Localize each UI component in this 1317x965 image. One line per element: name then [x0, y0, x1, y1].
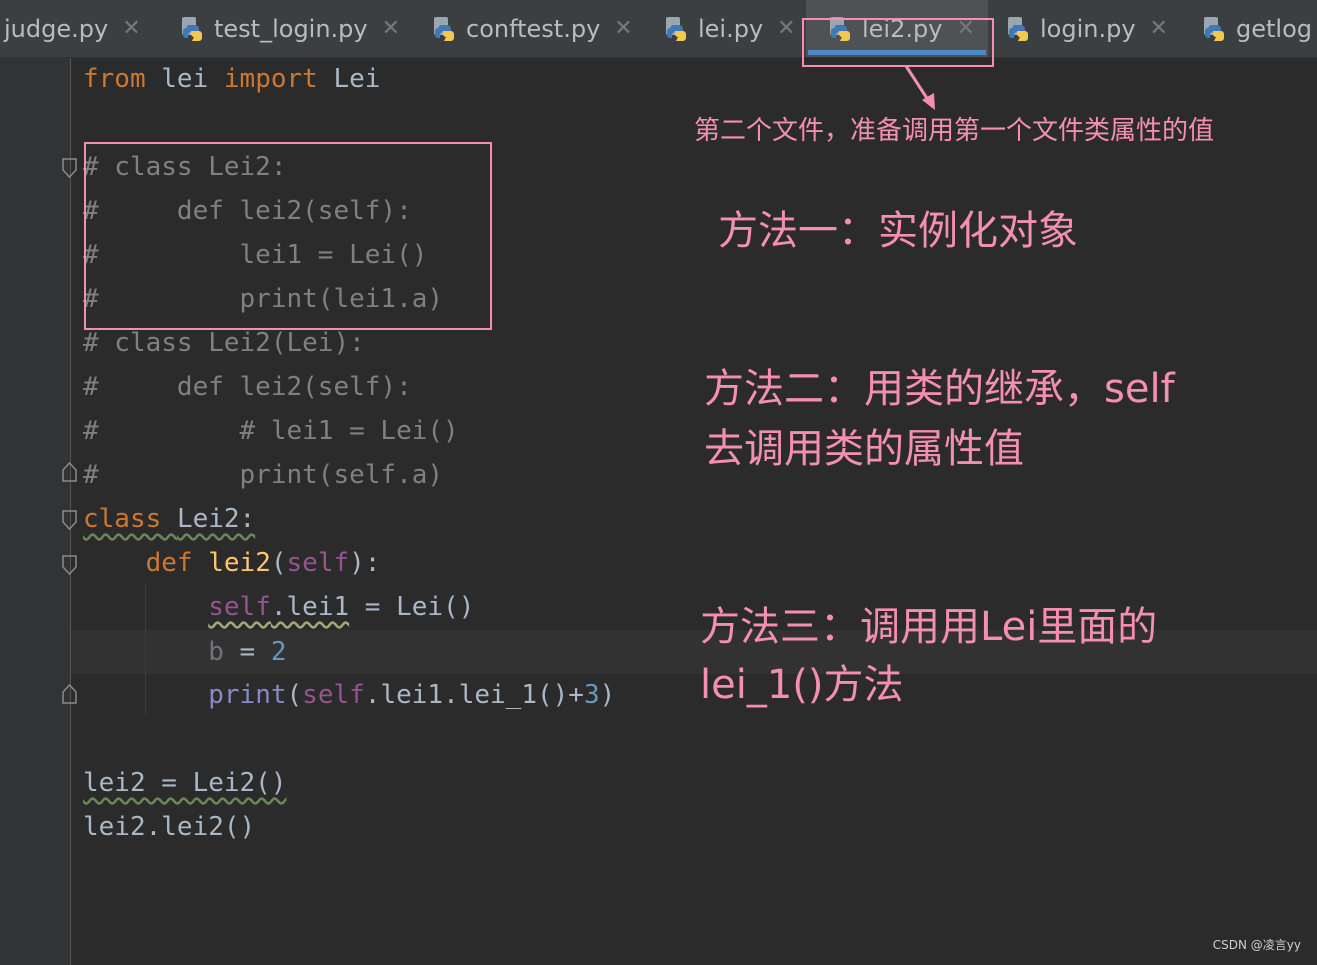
- method1-note: 方法一：实例化对象: [718, 208, 1078, 254]
- code-line-15[interactable]: print(self.lei1.lei_1()+3): [83, 673, 615, 717]
- close-icon[interactable]: ✕: [777, 16, 795, 41]
- tab-label: test_login.py: [214, 14, 368, 43]
- keyword: from: [83, 64, 146, 94]
- python-file-icon: [432, 16, 458, 42]
- close-icon[interactable]: ✕: [614, 16, 632, 41]
- tab-login-py[interactable]: login.py ✕: [1006, 0, 1168, 57]
- code-line-1[interactable]: from lei import Lei: [83, 57, 380, 101]
- operator: =: [223, 637, 271, 667]
- fold-marker-icon[interactable]: [62, 684, 77, 704]
- tab-label: login.py: [1040, 14, 1136, 43]
- tab-label: getlog: [1236, 14, 1312, 43]
- annotation-arrow-icon: [904, 65, 935, 110]
- paren: (: [270, 548, 287, 578]
- tab-conftest-py[interactable]: conftest.py ✕: [432, 0, 633, 57]
- function-name: lei2: [208, 548, 271, 578]
- code-line-14[interactable]: b = 2: [83, 630, 287, 674]
- tab-label: judge.py: [4, 14, 109, 43]
- code-line-9[interactable]: # # lei1 = Lei(): [83, 409, 459, 453]
- paren: ):: [349, 548, 381, 578]
- fold-marker-icon[interactable]: [62, 462, 77, 482]
- method1-code-highlight-box: [84, 142, 492, 330]
- tab-label: lei.py: [698, 14, 764, 43]
- module-name: lei: [145, 64, 224, 94]
- attribute: .lei1: [270, 592, 350, 622]
- statement: lei2.lei2(): [83, 812, 256, 842]
- paren: ): [599, 680, 616, 710]
- method3-note-line2: lei_1()方法: [700, 662, 904, 708]
- python-file-icon: [1202, 16, 1228, 42]
- class-name: Lei2:: [176, 504, 256, 534]
- paren: (: [286, 680, 303, 710]
- number: 2: [270, 637, 287, 667]
- editor-tab-bar: judge.py ✕ test_login.py ✕ conftest.py ✕…: [0, 0, 1317, 58]
- code-line-10[interactable]: # print(self.a): [83, 453, 443, 497]
- assignment: = Lei(): [349, 592, 475, 622]
- python-file-icon: [1006, 16, 1032, 42]
- keyword: def: [145, 548, 193, 578]
- code-line-17[interactable]: lei2 = Lei2(): [83, 761, 287, 805]
- code-line-11[interactable]: class Lei2:: [83, 497, 255, 541]
- variable: b: [208, 637, 224, 667]
- self-keyword: self: [208, 592, 271, 622]
- close-icon[interactable]: ✕: [122, 16, 140, 41]
- close-icon[interactable]: ✕: [1150, 16, 1168, 41]
- code-line-18[interactable]: lei2.lei2(): [83, 805, 255, 849]
- self-keyword: self: [286, 548, 350, 578]
- method2-note-line1: 方法二：用类的继承，self: [704, 366, 1175, 412]
- code-line-8[interactable]: # def lei2(self):: [83, 365, 412, 409]
- import-name: Lei: [317, 64, 381, 94]
- self-keyword: self: [302, 680, 365, 710]
- editor-gutter: [0, 58, 70, 965]
- tab-test-login-py[interactable]: test_login.py ✕: [180, 0, 400, 57]
- tab-note: 第二个文件，准备调用第一个文件类属性的值: [694, 116, 1215, 146]
- tab-judge-py[interactable]: judge.py ✕: [0, 0, 141, 57]
- tab-getlog[interactable]: getlog: [1202, 0, 1312, 57]
- watermark: CSDN @凌言yy: [1212, 938, 1301, 952]
- keyword: class: [83, 504, 162, 534]
- method2-note-line2: 去调用类的属性值: [704, 426, 1024, 472]
- fold-marker-icon[interactable]: [62, 510, 77, 530]
- python-file-icon: [664, 16, 690, 42]
- code-line-13[interactable]: self.lei1 = Lei(): [83, 585, 474, 629]
- keyword: import: [223, 64, 318, 94]
- fold-marker-icon[interactable]: [62, 158, 77, 178]
- fold-marker-icon[interactable]: [62, 555, 77, 575]
- call-chain: .lei1.lei_1()+: [364, 680, 584, 710]
- statement: lei2 = Lei2(): [83, 768, 287, 798]
- code-line-12[interactable]: def lei2(self):: [83, 541, 381, 585]
- close-icon[interactable]: ✕: [382, 16, 400, 41]
- tab-label: conftest.py: [466, 14, 601, 43]
- tab-lei-py[interactable]: lei.py ✕: [664, 0, 796, 57]
- number: 3: [583, 680, 600, 710]
- builtin-print: print: [208, 680, 287, 710]
- method3-note-line1: 方法三：调用用Lei里面的: [700, 604, 1158, 650]
- python-file-icon: [180, 16, 206, 42]
